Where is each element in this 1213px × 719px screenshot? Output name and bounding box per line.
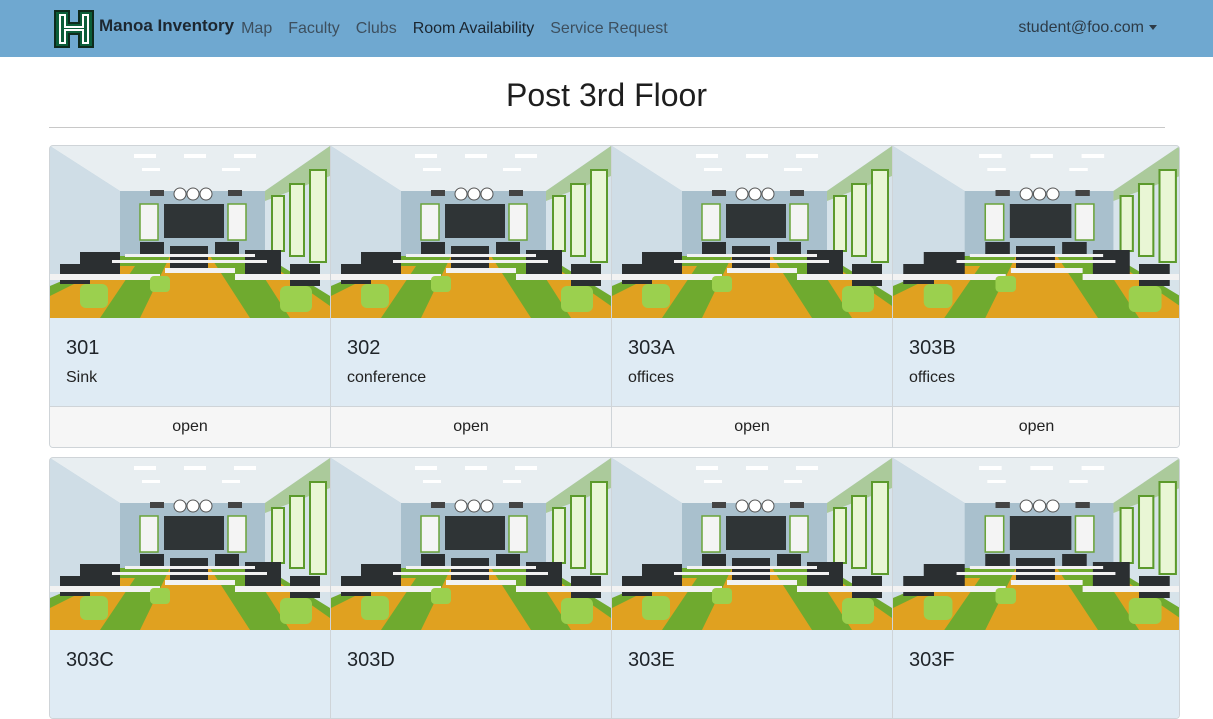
room-number: 301 xyxy=(66,337,100,359)
room-status: open xyxy=(612,406,892,447)
room-card[interactable]: 303E xyxy=(612,458,893,718)
room-type: offices xyxy=(628,369,674,386)
classroom-image xyxy=(331,146,611,318)
room-number: 303A xyxy=(628,337,675,359)
nav-link-faculty[interactable]: Faculty xyxy=(288,20,340,38)
room-status: open xyxy=(893,406,1179,447)
room-card[interactable]: 303F xyxy=(893,458,1180,718)
classroom-image xyxy=(50,146,330,318)
room-number: 303F xyxy=(909,649,955,671)
user-dropdown[interactable]: student@foo.com xyxy=(1018,19,1157,37)
user-email: student@foo.com xyxy=(1018,19,1144,36)
classroom-image xyxy=(893,458,1180,630)
brand-title: Manoa Inventory xyxy=(99,15,235,35)
classroom-image xyxy=(50,458,330,630)
room-card[interactable]: 302 conference open xyxy=(331,146,612,447)
room-card[interactable]: 303D xyxy=(331,458,612,718)
room-card[interactable]: 303C xyxy=(50,458,331,718)
room-card-row-2: 303C 303D 303E 303F xyxy=(49,457,1180,719)
room-card[interactable]: 303A offices open xyxy=(612,146,893,447)
classroom-image xyxy=(893,146,1180,318)
classroom-image xyxy=(331,458,611,630)
room-type: conference xyxy=(347,369,427,386)
nav-link-clubs[interactable]: Clubs xyxy=(356,20,397,38)
room-card[interactable]: 303B offices open xyxy=(893,146,1180,447)
nav-link-room-availability[interactable]: Room Availability xyxy=(413,20,535,38)
room-number: 302 xyxy=(347,337,381,359)
room-card-row-1: 301 Sink open 302 conference open 303A o… xyxy=(49,145,1180,448)
room-number: 303B xyxy=(909,337,956,359)
navbar: Manoa Inventory Map Faculty Clubs Room A… xyxy=(0,0,1213,57)
room-number: 303E xyxy=(628,649,675,671)
brand-link[interactable]: Manoa Inventory xyxy=(52,7,234,51)
room-status: open xyxy=(331,406,611,447)
page-title: Post 3rd Floor xyxy=(506,77,707,113)
classroom-image xyxy=(612,458,892,630)
nav-links: Map Faculty Clubs Room Availability Serv… xyxy=(241,20,684,38)
nav-link-service-request[interactable]: Service Request xyxy=(550,20,667,38)
room-type: Sink xyxy=(66,369,98,386)
room-number: 303C xyxy=(66,649,114,671)
title-divider xyxy=(49,127,1165,128)
nav-link-map[interactable]: Map xyxy=(241,20,272,38)
uh-h-logo-icon xyxy=(54,9,94,48)
classroom-image xyxy=(612,146,892,318)
caret-down-icon xyxy=(1149,25,1157,31)
room-type: offices xyxy=(909,369,955,386)
room-number: 303D xyxy=(347,649,395,671)
room-status: open xyxy=(50,406,330,447)
room-card[interactable]: 301 Sink open xyxy=(50,146,331,447)
